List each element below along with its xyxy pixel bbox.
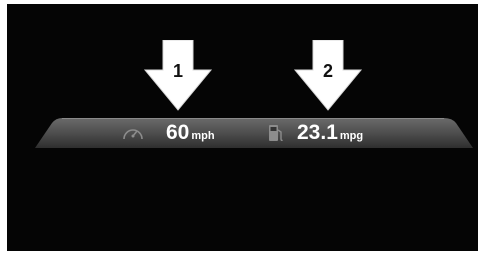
economy-unit: mpg <box>339 130 364 142</box>
economy-value: 23.1 <box>297 121 338 144</box>
callout-number-1: 1 <box>172 61 183 81</box>
fuel-economy-readout: 23.1 mpg <box>297 121 363 148</box>
callout-arrow-2: 2 <box>293 40 363 112</box>
speed-unit: mph <box>191 130 215 142</box>
speed-readout: 60 mph <box>166 121 215 148</box>
speed-value: 60 <box>166 121 190 144</box>
info-bar <box>34 117 474 149</box>
callout-arrow-1: 1 <box>143 40 213 112</box>
speedometer-icon <box>122 124 144 147</box>
callout-number-2: 2 <box>322 61 333 81</box>
fuel-pump-icon <box>268 123 284 148</box>
